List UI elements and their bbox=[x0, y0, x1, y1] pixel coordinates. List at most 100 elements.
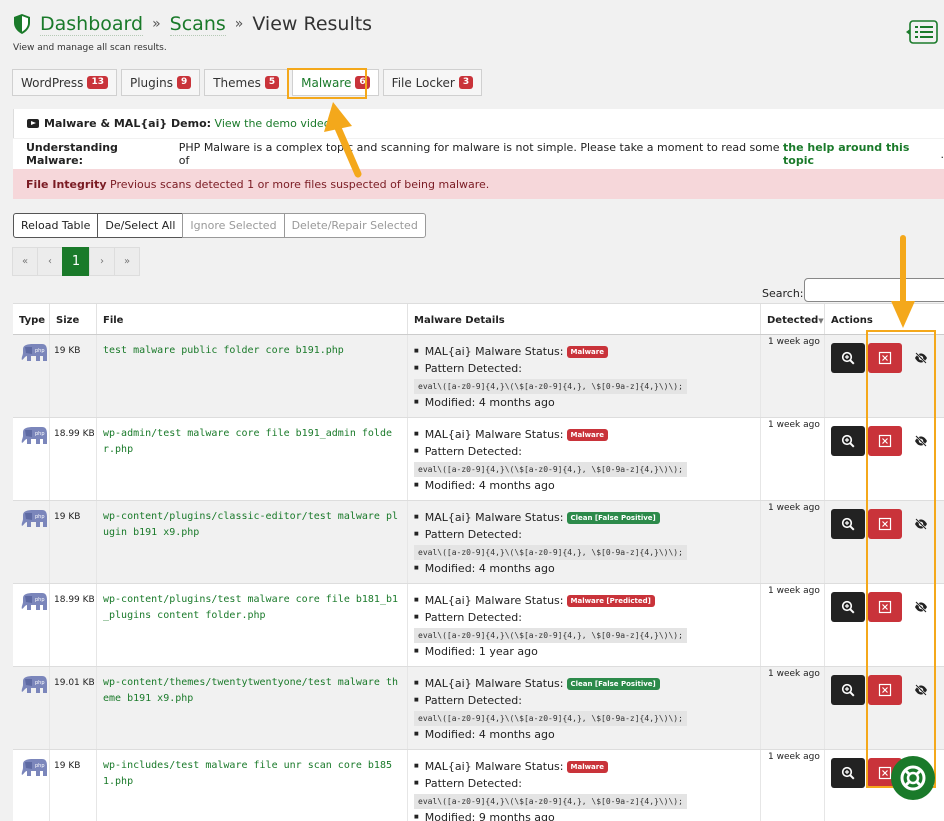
pattern-code: eval\([a-z0-9]{4,}\(\$[a-z0-9]{4,}, \$[0… bbox=[414, 794, 687, 809]
breadcrumb-separator: » bbox=[234, 16, 244, 32]
header-file[interactable]: File bbox=[97, 304, 408, 334]
pattern-code-line: eval\([a-z0-9]{4,}\(\$[a-z0-9]{4,}, \$[0… bbox=[414, 377, 760, 394]
pattern-line: Pattern Detected: bbox=[414, 775, 760, 792]
table-row: php 18.99 KB wp-content/plugins/test mal… bbox=[13, 584, 944, 667]
header-malware-details[interactable]: Malware Details bbox=[408, 304, 761, 334]
count-badge: 5 bbox=[264, 76, 280, 89]
modified-text: Modified: 4 months ago bbox=[424, 396, 555, 409]
status-line: MAL{ai} Malware Status:Malware bbox=[414, 343, 760, 360]
status-line: MAL{ai} Malware Status:Clean [False Posi… bbox=[414, 509, 760, 526]
file-link[interactable]: wp-content/plugins/test malware core fil… bbox=[97, 584, 408, 666]
modified-line: Modified: 4 months ago bbox=[414, 394, 760, 411]
status-line: MAL{ai} Malware Status:Malware bbox=[414, 758, 760, 775]
php-elephant-icon: php bbox=[21, 676, 47, 693]
file-link[interactable]: wp-includes/test malware file unr scan c… bbox=[97, 750, 408, 821]
help-link[interactable]: the help around this topic bbox=[783, 141, 940, 167]
tab-wordpress[interactable]: WordPress 13 bbox=[12, 69, 117, 96]
page-current-button[interactable]: 1 bbox=[62, 247, 90, 276]
detected-cell: 1 week ago bbox=[761, 335, 825, 417]
type-cell: php bbox=[13, 750, 50, 821]
status-badge: Malware [Predicted] bbox=[566, 594, 655, 607]
table-header: Type Size File Malware Details Detected▼… bbox=[13, 304, 944, 335]
modified-line: Modified: 4 months ago bbox=[414, 477, 760, 494]
scan-tabs: WordPress 13 Plugins 9 Themes 5 Malware 6 Fi… bbox=[12, 69, 486, 96]
pattern-line: Pattern Detected: bbox=[414, 609, 760, 626]
breadcrumb-scans[interactable]: Scans bbox=[169, 13, 226, 36]
file-link[interactable]: wp-content/plugins/classic-editor/test m… bbox=[97, 501, 408, 583]
pattern-code: eval\([a-z0-9]{4,}\(\$[a-z0-9]{4,}, \$[0… bbox=[414, 379, 687, 394]
breadcrumb-dashboard[interactable]: Dashboard bbox=[40, 13, 144, 36]
tab-file-locker[interactable]: File Locker 3 bbox=[382, 69, 483, 96]
file-link[interactable]: test malware public folder core b191.php bbox=[97, 335, 408, 417]
header-detected[interactable]: Detected▼ bbox=[761, 304, 825, 334]
pattern-line: Pattern Detected: bbox=[414, 360, 760, 377]
status-badge: Clean [False Positive] bbox=[566, 677, 660, 690]
help-lifebuoy-button[interactable] bbox=[891, 756, 935, 800]
page-prev-button[interactable]: ‹ bbox=[37, 247, 63, 276]
malware-details-cell: MAL{ai} Malware Status:Malware Pattern D… bbox=[408, 418, 761, 500]
detected-cell: 1 week ago bbox=[761, 584, 825, 666]
ignore-selected-button[interactable]: Ignore Selected bbox=[182, 213, 285, 238]
demo-video-link[interactable]: View the demo video. bbox=[215, 117, 334, 130]
file-link[interactable]: wp-content/themes/twentytwentyone/test m… bbox=[97, 667, 408, 749]
pointer-arrow-icon bbox=[891, 235, 915, 328]
header-type[interactable]: Type bbox=[13, 304, 50, 334]
breadcrumb-separator: » bbox=[152, 16, 161, 32]
status-label: MAL{ai} Malware Status: bbox=[424, 345, 564, 358]
status-badge: Malware bbox=[566, 760, 608, 773]
view-file-button[interactable] bbox=[831, 758, 865, 788]
tab-themes[interactable]: Themes 5 bbox=[204, 69, 289, 96]
modified-text: Modified: 4 months ago bbox=[424, 562, 555, 575]
understanding-title: Understanding Malware: bbox=[26, 141, 118, 167]
sort-icon: ▼ bbox=[818, 317, 824, 325]
svg-text:php: php bbox=[35, 514, 45, 520]
understanding-notice: Understanding Malware: PHP Malware is a … bbox=[13, 139, 944, 169]
reload-table-button[interactable]: Reload Table bbox=[13, 213, 99, 238]
php-elephant-icon: php bbox=[21, 593, 47, 610]
deselect-all-button[interactable]: De/Select All bbox=[97, 213, 184, 238]
svg-text:php: php bbox=[35, 763, 45, 769]
type-cell: php bbox=[13, 667, 50, 749]
page-first-button[interactable]: « bbox=[12, 247, 38, 276]
list-menu-icon[interactable] bbox=[906, 20, 938, 44]
pattern-label: Pattern Detected: bbox=[424, 528, 522, 541]
delete-repair-selected-button[interactable]: Delete/Repair Selected bbox=[283, 213, 426, 238]
pattern-label: Pattern Detected: bbox=[424, 694, 522, 707]
status-badge: Malware bbox=[566, 345, 608, 358]
detected-cell: 1 week ago bbox=[761, 501, 825, 583]
pattern-code: eval\([a-z0-9]{4,}\(\$[a-z0-9]{4,}, \$[0… bbox=[414, 462, 687, 477]
page-subtitle: View and manage all scan results. bbox=[13, 43, 167, 53]
header-size[interactable]: Size bbox=[50, 304, 97, 334]
page-last-button[interactable]: » bbox=[114, 247, 140, 276]
count-badge: 3 bbox=[458, 76, 474, 89]
table-row: php 18.99 KB wp-admin/test malware core … bbox=[13, 418, 944, 501]
modified-text: Modified: 4 months ago bbox=[424, 728, 555, 741]
tab-plugins[interactable]: Plugins 9 bbox=[120, 69, 201, 96]
view-file-button[interactable] bbox=[831, 675, 865, 705]
pattern-code: eval\([a-z0-9]{4,}\(\$[a-z0-9]{4,}, \$[0… bbox=[414, 545, 687, 560]
file-integrity-alert: File Integrity Previous scans detected 1… bbox=[13, 169, 944, 199]
svg-text:php: php bbox=[35, 431, 45, 437]
view-file-button[interactable] bbox=[831, 509, 865, 539]
integrity-text: Previous scans detected 1 or more files … bbox=[110, 177, 490, 191]
table-row: php 19 KB wp-includes/test malware file … bbox=[13, 750, 944, 821]
page-next-button[interactable]: › bbox=[89, 247, 115, 276]
pattern-code: eval\([a-z0-9]{4,}\(\$[a-z0-9]{4,}, \$[0… bbox=[414, 628, 687, 643]
modified-line: Modified: 4 months ago bbox=[414, 726, 760, 743]
type-cell: php bbox=[13, 335, 50, 417]
modified-line: Modified: 1 year ago bbox=[414, 643, 760, 660]
pattern-line: Pattern Detected: bbox=[414, 526, 760, 543]
type-cell: php bbox=[13, 418, 50, 500]
file-link[interactable]: wp-admin/test malware core file b191_adm… bbox=[97, 418, 408, 500]
table-row: php 19 KB wp-content/plugins/classic-edi… bbox=[13, 501, 944, 584]
status-line: MAL{ai} Malware Status:Clean [False Posi… bbox=[414, 675, 760, 692]
search-input[interactable] bbox=[804, 278, 944, 302]
status-line: MAL{ai} Malware Status:Malware bbox=[414, 426, 760, 443]
view-file-button[interactable] bbox=[831, 426, 865, 456]
view-file-button[interactable] bbox=[831, 343, 865, 373]
tab-label: File Locker bbox=[391, 75, 455, 90]
size-cell: 19 KB bbox=[50, 750, 97, 821]
malware-details-cell: MAL{ai} Malware Status:Clean [False Posi… bbox=[408, 667, 761, 749]
view-file-button[interactable] bbox=[831, 592, 865, 622]
pattern-code-line: eval\([a-z0-9]{4,}\(\$[a-z0-9]{4,}, \$[0… bbox=[414, 543, 760, 560]
